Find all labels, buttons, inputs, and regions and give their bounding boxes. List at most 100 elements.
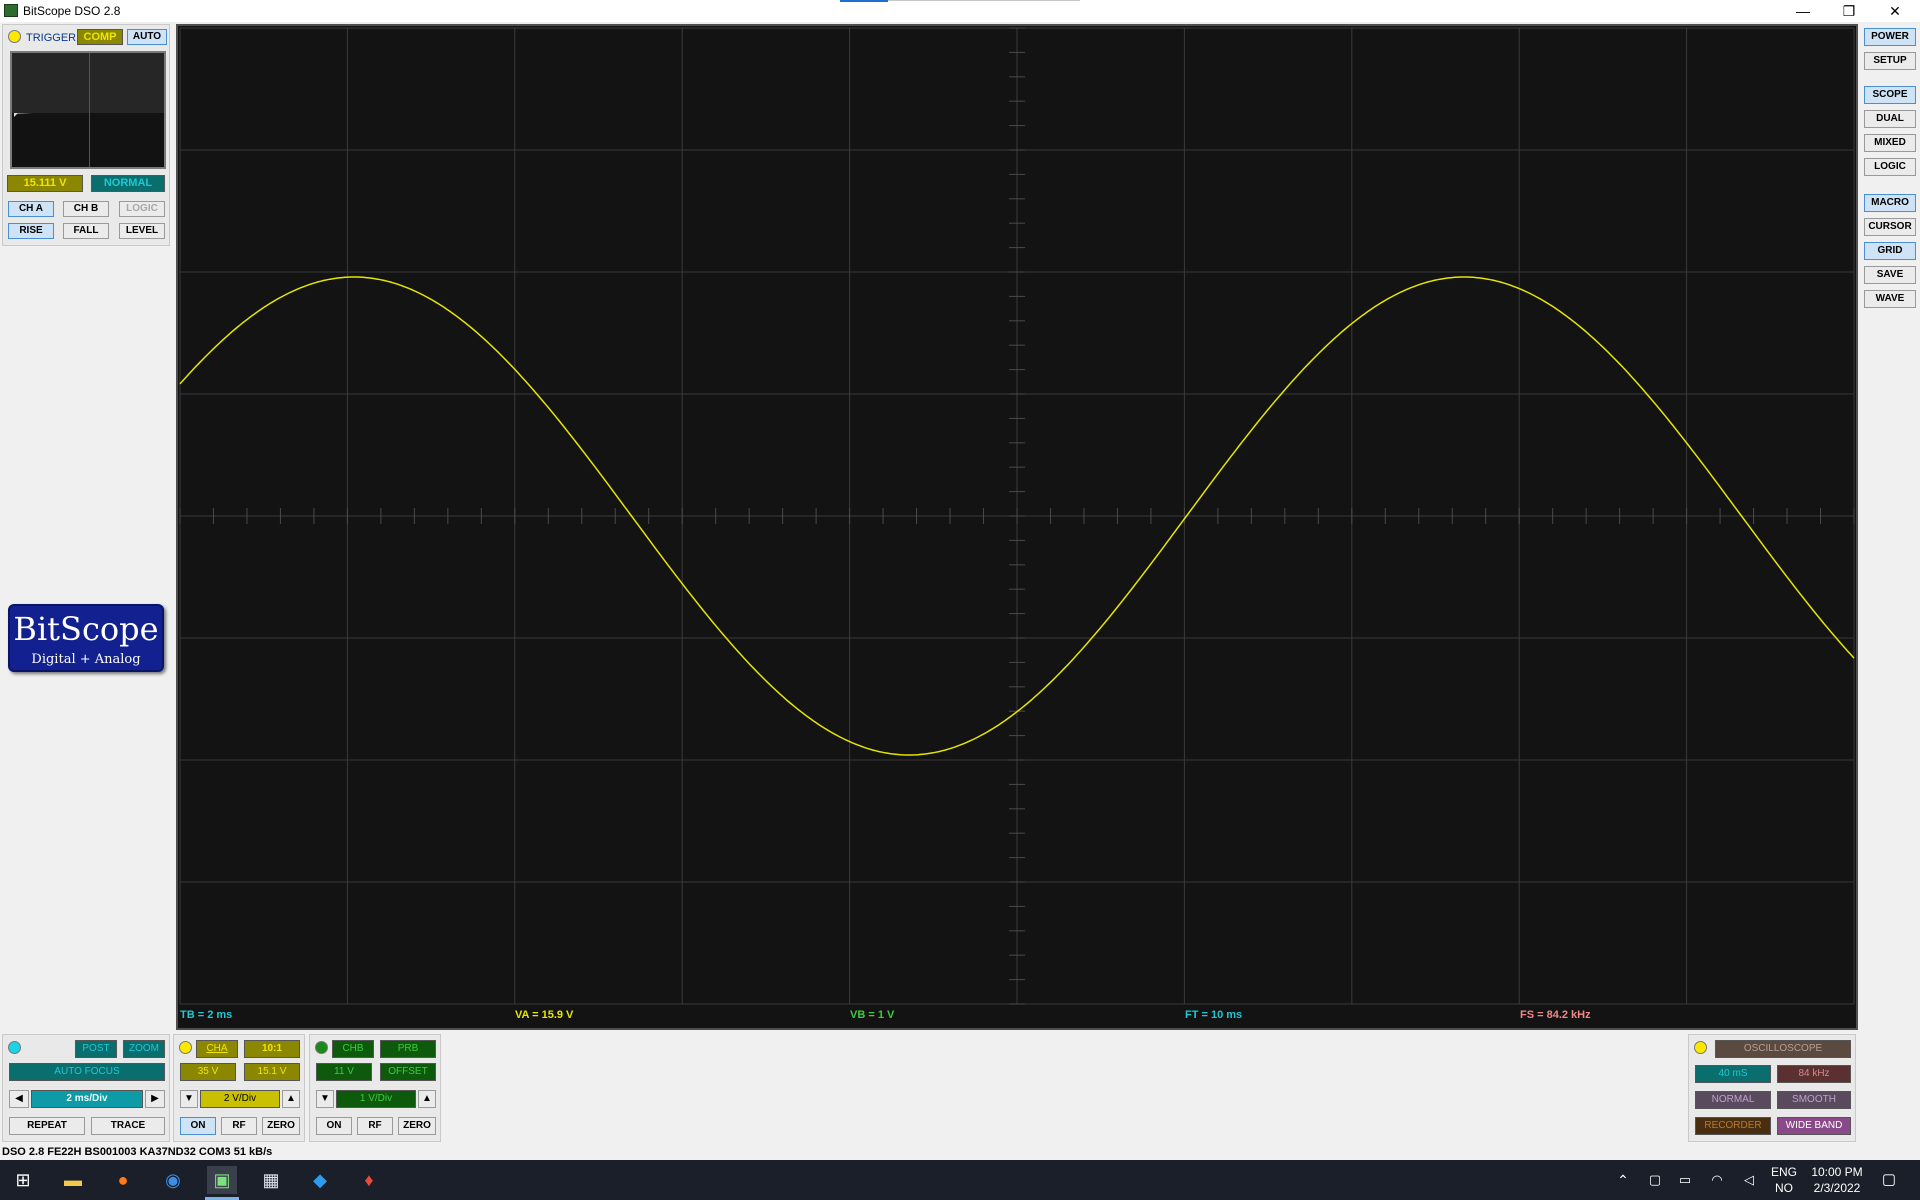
cha-vdiv-down-icon[interactable]: ▼ — [180, 1090, 198, 1108]
timebase-led-icon — [8, 1041, 21, 1054]
oscilloscope-mode-button[interactable]: OSCILLOSCOPE — [1715, 1040, 1851, 1058]
trigger-led-icon — [8, 30, 21, 43]
cha-zero-button[interactable]: ZERO — [262, 1117, 300, 1135]
power-button[interactable]: POWER — [1864, 28, 1916, 46]
channel-b-panel: CHB PRB 11 V OFFSET ▼ 1 V/Div ▲ ON RF ZE… — [309, 1034, 441, 1142]
vb-readout: VB = 1 V — [850, 1009, 895, 1021]
windows-start-icon[interactable]: ⊞ — [8, 1166, 38, 1194]
chb-rf-button[interactable]: RF — [357, 1117, 393, 1135]
edge-fall-button[interactable]: FALL — [63, 223, 109, 239]
chb-name-button[interactable]: CHB — [332, 1040, 374, 1058]
logic-button[interactable]: LOGIC — [1864, 158, 1916, 176]
save-button[interactable]: SAVE — [1864, 266, 1916, 284]
capture-panel: OSCILLOSCOPE 40 mS 84 kHz NORMAL SMOOTH … — [1688, 1034, 1856, 1142]
cha-offset-value[interactable]: 15.1 V — [244, 1063, 300, 1081]
dual-button[interactable]: DUAL — [1864, 110, 1916, 128]
capture-led-icon — [1694, 1041, 1707, 1054]
tray-chevron-up-icon[interactable]: ⌃ — [1608, 1166, 1638, 1194]
scope-display[interactable] — [176, 24, 1858, 1030]
calculator-icon[interactable]: ▦ — [256, 1166, 286, 1194]
smooth-button[interactable]: SMOOTH — [1777, 1091, 1851, 1109]
timebase-increase-icon[interactable]: ▶ — [145, 1090, 165, 1108]
trigger-level-value[interactable]: 15.111 V — [7, 175, 83, 192]
macro-button[interactable]: MACRO — [1864, 194, 1916, 212]
grid-button[interactable]: GRID — [1864, 242, 1916, 260]
chb-vdiv-up-icon[interactable]: ▲ — [418, 1090, 436, 1108]
chb-vdiv-value[interactable]: 1 V/Div — [336, 1090, 416, 1108]
restore-button[interactable]: ❐ — [1826, 0, 1872, 22]
timebase-panel: POST ZOOM AUTO FOCUS ◀ 2 ms/Div ▶ REPEAT… — [2, 1034, 170, 1142]
pinned-app-icon[interactable]: ♦ — [354, 1166, 384, 1194]
firefox-icon[interactable]: ● — [108, 1166, 138, 1194]
wideband-button[interactable]: WIDE BAND — [1777, 1117, 1851, 1135]
language-indicator[interactable]: ENG NO — [1766, 1164, 1802, 1196]
scope-graticule — [179, 27, 1855, 1005]
timebase-decrease-icon[interactable]: ◀ — [9, 1090, 29, 1108]
zoom-button[interactable]: ZOOM — [123, 1040, 165, 1058]
setup-button[interactable]: SETUP — [1864, 52, 1916, 70]
recorder-button[interactable]: RECORDER — [1695, 1117, 1771, 1135]
normal-button[interactable]: NORMAL — [1695, 1091, 1771, 1109]
window-title: BitScope DSO 2.8 — [23, 4, 121, 18]
notifications-icon[interactable]: ▢ — [1874, 1166, 1904, 1194]
cursor-button[interactable]: CURSOR — [1864, 218, 1916, 236]
app-icon — [4, 4, 18, 17]
language-code: ENG — [1770, 1165, 1797, 1179]
wifi-icon[interactable]: ◠ — [1702, 1166, 1732, 1194]
clock-time: 10:00 PM — [1811, 1165, 1863, 1179]
capture-rate-value[interactable]: 84 kHz — [1777, 1065, 1851, 1083]
taskbar: ⊞ ▬ ● ◉ ▣ ▦ ◆ ♦ ⌃ ▢ ▭ ◠ ◁ ▢ — [0, 1160, 1920, 1200]
wave-button[interactable]: WAVE — [1864, 290, 1916, 308]
chb-on-button[interactable]: ON — [316, 1117, 352, 1135]
chb-probe-button[interactable]: PRB — [380, 1040, 436, 1058]
chb-zero-button[interactable]: ZERO — [398, 1117, 436, 1135]
channel-a-panel: CHA 10:1 35 V 15.1 V ▼ 2 V/Div ▲ ON RF Z… — [173, 1034, 305, 1142]
chb-offset-button[interactable]: OFFSET — [380, 1063, 436, 1081]
title-bar: BitScope DSO 2.8 — ❐ ✕ — [0, 0, 1920, 22]
timebase-readout: TB = 2 ms — [180, 1009, 233, 1021]
clock[interactable]: 10:00 PM 2/3/2022 — [1806, 1164, 1868, 1196]
cha-rf-button[interactable]: RF — [221, 1117, 257, 1135]
edge-rise-button[interactable]: RISE — [8, 223, 54, 239]
bitscope-taskbar-icon[interactable]: ▣ — [207, 1166, 237, 1194]
chb-range-value[interactable]: 11 V — [316, 1063, 372, 1081]
trigger-mode-value[interactable]: NORMAL — [91, 175, 165, 192]
minimize-button[interactable]: — — [1780, 0, 1826, 22]
post-button[interactable]: POST — [75, 1040, 117, 1058]
source-chb-button[interactable]: CH B — [63, 201, 109, 217]
cha-probe-button[interactable]: 10:1 — [244, 1040, 300, 1058]
cha-on-button[interactable]: ON — [180, 1117, 216, 1135]
status-text: DSO 2.8 FE22H BS001003 KA37ND32 COM3 51 … — [2, 1146, 273, 1158]
tab-indicator-track — [888, 0, 1080, 1]
cha-name-button[interactable]: CHA — [196, 1040, 238, 1058]
capture-duration-value[interactable]: 40 mS — [1695, 1065, 1771, 1083]
file-explorer-icon[interactable]: ▬ — [58, 1166, 88, 1194]
timebase-value[interactable]: 2 ms/Div — [31, 1090, 143, 1108]
edge-level-button[interactable]: LEVEL — [119, 223, 165, 239]
close-button[interactable]: ✕ — [1872, 0, 1918, 22]
clock-date: 2/3/2022 — [1813, 1181, 1861, 1195]
trace-button[interactable]: TRACE — [91, 1117, 165, 1135]
vscode-icon[interactable]: ◆ — [305, 1166, 335, 1194]
source-logic-button[interactable]: LOGIC — [119, 201, 165, 217]
repeat-button[interactable]: REPEAT — [9, 1117, 85, 1135]
cha-vdiv-value[interactable]: 2 V/Div — [200, 1090, 280, 1108]
source-cha-button[interactable]: CH A — [8, 201, 54, 217]
chb-vdiv-down-icon[interactable]: ▼ — [316, 1090, 334, 1108]
trigger-preview — [10, 51, 166, 169]
auto-button[interactable]: AUTO — [127, 29, 167, 45]
ft-readout: FT = 10 ms — [1185, 1009, 1243, 1021]
trigger-panel: TRIGGER COMP AUTO 15.111 V NORMAL CH A C… — [2, 24, 170, 246]
comp-button[interactable]: COMP — [77, 29, 123, 45]
cha-vdiv-up-icon[interactable]: ▲ — [282, 1090, 300, 1108]
region-code: NO — [1775, 1181, 1793, 1195]
logo-subtitle: Digital + Analog — [31, 652, 141, 667]
autofocus-button[interactable]: AUTO FOCUS — [9, 1063, 165, 1081]
meet-now-icon[interactable]: ▢ — [1640, 1166, 1670, 1194]
mixed-button[interactable]: MIXED — [1864, 134, 1916, 152]
volume-icon[interactable]: ◁ — [1734, 1166, 1764, 1194]
scope-button[interactable]: SCOPE — [1864, 86, 1916, 104]
cha-range-value[interactable]: 35 V — [180, 1063, 236, 1081]
battery-icon[interactable]: ▭ — [1670, 1166, 1700, 1194]
onepassword-icon[interactable]: ◉ — [158, 1166, 188, 1194]
